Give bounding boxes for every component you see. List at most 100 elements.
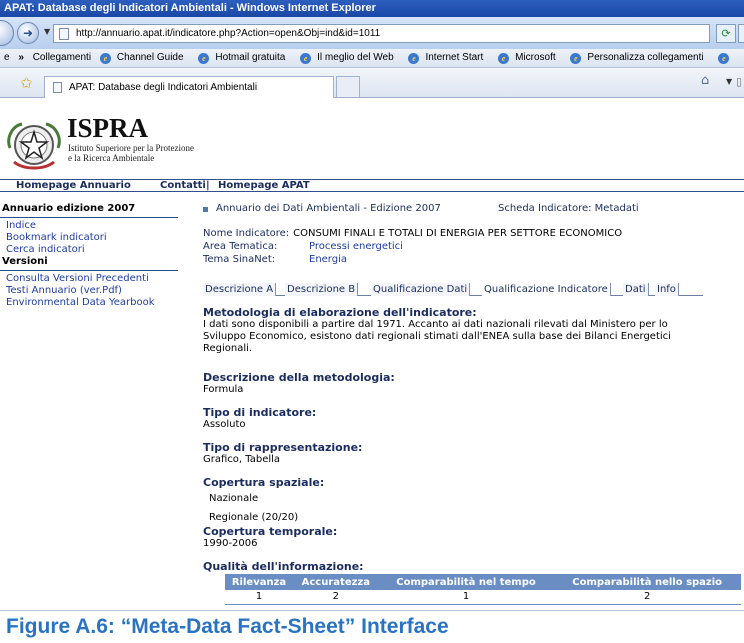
quality-value-rilevanza: 1 [225,590,294,605]
links-item-label: Channel Guide [116,52,184,63]
tab-qualificazione-dati[interactable]: Qualificazione Dati [371,283,471,296]
page-icon [59,28,69,40]
sidebar-section-versioni: Versioni [2,256,48,267]
tab-descrizione-b[interactable]: Descrizione B [285,283,359,296]
copertura-temporale-heading: Copertura temporale: [203,525,338,538]
links-item-meglio-web[interactable]: e Il meglio del Web [300,52,400,64]
area-value[interactable]: Processi energetici [309,241,403,252]
ie-page-icon: e [99,53,111,64]
ie-page-icon: e [498,53,510,64]
nav-homepage-apat[interactable]: Homepage APAT [218,180,310,191]
links-item-label: Microsoft [515,52,556,63]
navigation-bar: ➜ ▼ http://annuario.apat.it/indicatore.p… [0,17,744,49]
links-item-collegamenti[interactable]: Collegamenti [33,52,91,63]
links-bar-edge: e [4,52,10,63]
copertura-temporale-value: 1990-2006 [203,538,258,549]
nav-homepage-annuario[interactable]: Homepage Annuario [16,180,131,191]
copertura-spaziale-2: Regionale (20/20) [209,512,299,523]
links-item-label: Il meglio del Web [317,52,394,63]
bullet-icon [203,207,208,212]
favorites-star-icon[interactable]: ✩ [20,74,33,92]
refresh-button[interactable]: ⟳ [716,24,736,43]
links-bar: e » Collegamenti e Channel Guide e Hotmail… [0,49,744,68]
links-item-microsoft[interactable]: e Microsoft [498,52,562,64]
quality-header-rilevanza: Rilevanza [225,574,294,590]
metodologia-heading: Metodologia di elaborazione dell'indicat… [203,306,477,319]
ie-page-icon: e [198,53,210,64]
nav-separator: | [206,180,210,191]
page-icon [53,82,62,93]
links-item-channel-guide[interactable]: e Channel Guide [99,52,190,64]
logo-subtitle: Istituto Superiore per la Protezione e l… [68,143,194,163]
tab-title: APAT: Database degli Indicatori Ambienta… [69,82,258,93]
copertura-spaziale-1: Nazionale [209,493,259,504]
ie-page-icon: e [300,53,312,64]
quality-value-comparabilita-spazio: 2 [553,590,741,605]
nome-value: CONSUMI FINALI E TOTALI DI ENERGIA PER S… [293,228,623,239]
links-item-personalizza[interactable]: e Personalizza collegamenti [570,52,709,64]
address-url: http://annuario.apat.it/indicatore.php?A… [76,28,381,39]
area-label: Area Tematica: [203,241,278,252]
quality-value-comparabilita-tempo: 1 [378,590,554,605]
window-title: APAT: Database degli Indicatori Ambienta… [0,0,744,17]
forward-button[interactable]: ➜ [17,22,39,44]
sidebar-divider [0,270,178,271]
quality-header-comparabilita-spazio: Comparabilità nello spazio [553,574,741,590]
sidebar-divider [0,217,178,218]
sidebar-item-cerca[interactable]: Cerca indicatori [0,244,182,256]
links-item-internet-start[interactable]: e Internet Start [408,52,489,64]
scheda-tabs: Descrizione A Descrizione B Qualificazio… [203,283,703,296]
tema-value[interactable]: Energia [309,254,347,265]
sidebar-item-bookmark[interactable]: Bookmark indicatori [0,232,182,244]
qualita-heading: Qualità dell'informazione: [203,560,364,573]
figure-caption: Figure A.6: “Meta-Data Fact-Sheet” Inter… [0,610,744,643]
tab-current[interactable]: APAT: Database degli Indicatori Ambienta… [44,76,334,98]
address-bar[interactable]: http://annuario.apat.it/indicatore.php?A… [53,24,710,43]
home-dropdown-icon[interactable]: ▼ [726,77,732,86]
tab-dati[interactable]: Dati [623,283,649,296]
forward-arrow-icon: ➜ [23,26,34,40]
sidebar-item-indice[interactable]: Indice [0,220,182,232]
home-icon[interactable]: ⌂ [701,73,709,88]
header-annuario: Annuario dei Dati Ambientali - Edizione … [216,203,441,214]
logo-name: ISPRA [67,113,149,143]
tab-bar: ✩ APAT: Database degli Indicatori Ambien… [0,68,744,98]
top-navigation: Homepage Annuario Contatti | Homepage AP… [0,179,744,192]
stop-button[interactable]: ✕ [738,24,744,43]
descrizione-heading: Descrizione della metodologia: [203,371,395,384]
links-item-hotmail[interactable]: e Hotmail gratuita [198,52,291,64]
site-logo[interactable]: ISPRA Istituto Superiore per la Protezio… [0,110,240,175]
links-item-label: Hotmail gratuita [215,52,286,63]
print-icon[interactable]: ▯ [736,75,742,88]
sidebar-item-environmental-yearbook[interactable]: Environmental Data Yearbook [0,297,182,309]
quality-header-accuratezza: Accuratezza [293,574,379,590]
logo-subtitle-line1: Istituto Superiore per la Protezione [68,143,194,153]
main-content: Annuario dei Dati Ambientali - Edizione … [203,203,743,605]
sidebar-item-versioni-precedenti[interactable]: Consulta Versioni Precedenti [0,273,182,285]
ie-page-icon: e [570,53,582,64]
scheda-body: Metodologia di elaborazione dell'indicat… [203,307,743,573]
tab-descrizione-a[interactable]: Descrizione A [203,283,277,296]
nav-contatti[interactable]: Contatti [160,180,206,191]
copertura-spaziale-heading: Copertura spaziale: [203,476,325,489]
rappresentazione-value: Grafico, Tabella [203,454,281,465]
tema-label: Tema SinaNet: [203,254,276,265]
tab-qualificazione-indicatore[interactable]: Qualificazione Indicatore [482,283,611,296]
tab-info[interactable]: Info [655,283,679,296]
logo-subtitle-line2: e la Ricerca Ambientale [68,153,155,163]
metodologia-text-1: I dati sono disponibili a partire dal 19… [203,319,668,330]
quality-value-accuratezza: 2 [293,590,379,605]
links-item-label: Personalizza collegamenti [587,52,704,63]
ie-page-icon: e [408,53,420,64]
quality-table: Rilevanza Accuratezza Comparabilità nel … [225,574,741,605]
header-scheda: Scheda Indicatore: Metadati [498,203,639,214]
links-chevron-icon[interactable]: » [18,52,24,63]
sidebar-section-annuario: Annuario edizione 2007 [2,203,136,214]
history-dropdown-icon[interactable]: ▼ [44,27,50,36]
indicator-metadata: Nome Indicatore: CONSUMI FINALI E TOTALI … [203,227,622,266]
sidebar-item-testi-annuario[interactable]: Testi Annuario (ver.Pdf) [0,285,182,297]
page-header: Annuario dei Dati Ambientali - Edizione … [203,203,743,217]
new-tab-button[interactable] [336,76,360,98]
back-button[interactable] [0,20,14,46]
ie-page-icon[interactable]: e [718,53,730,64]
